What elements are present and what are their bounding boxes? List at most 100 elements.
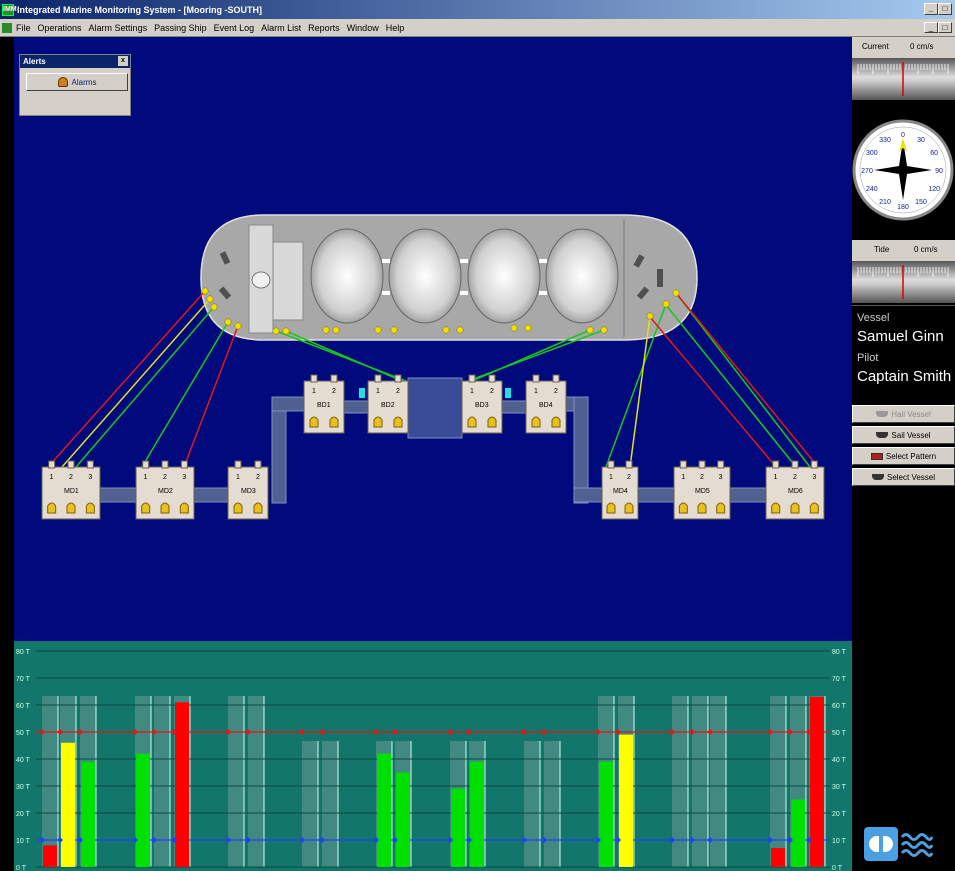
hook-bell-icon[interactable] [160, 502, 170, 514]
dolphin-md5[interactable]: 1 2 3 MD5 [673, 460, 731, 520]
hook-bell-icon[interactable] [179, 502, 189, 514]
current-label: Current [862, 42, 889, 51]
funnel [251, 271, 271, 289]
hook-bell-icon[interactable] [329, 416, 339, 428]
hook-post [698, 460, 706, 469]
menu-app-icon[interactable] [2, 22, 12, 33]
load-bar-bd3-2[interactable] [470, 761, 484, 867]
menu-operations[interactable]: Operations [38, 23, 82, 33]
dolphin-md1[interactable]: 1 2 3 MD1 [41, 460, 101, 520]
load-bar-md1-2[interactable] [61, 742, 75, 867]
dolphin-md6[interactable]: 1 2 3 MD6 [765, 460, 825, 520]
hook-bell-icon[interactable] [487, 416, 497, 428]
hook-bell-icon[interactable] [85, 502, 95, 514]
logo-waves [900, 827, 934, 861]
menu-window[interactable]: Window [347, 23, 379, 33]
load-bar-md4-1[interactable] [599, 761, 613, 867]
select-vessel-button[interactable]: Select Vessel [852, 468, 955, 486]
load-bar-md1-3[interactable] [81, 761, 95, 867]
fairlead [332, 326, 340, 334]
dolphin-label: MD2 [158, 488, 173, 495]
dolphin-md4[interactable]: 1 2 MD4 [601, 460, 639, 520]
load-bar-md2-3[interactable] [175, 702, 189, 867]
tide-gauge [852, 261, 955, 303]
hook-bell-icon[interactable] [678, 502, 688, 514]
hook-bell-icon[interactable] [624, 502, 634, 514]
menu-help[interactable]: Help [386, 23, 405, 33]
hook-bell-icon[interactable] [809, 502, 819, 514]
hook-bell-icon[interactable] [373, 416, 383, 428]
hook-post [772, 460, 780, 469]
sail-vessel-button[interactable]: Sail Vessel [852, 426, 955, 444]
pilot-label: Pilot [857, 352, 879, 364]
hook-number: 2 [163, 474, 167, 481]
y-tick-label-right: 80 T [832, 649, 847, 656]
hook-bell-icon[interactable] [233, 502, 243, 514]
alerts-window[interactable]: Alerts x Alarms [19, 54, 131, 116]
hook-bell-icon[interactable] [141, 502, 151, 514]
minimize-button[interactable]: _ [924, 3, 938, 15]
compass-label: 210 [879, 199, 891, 206]
menu-passing-ship[interactable]: Passing Ship [154, 23, 207, 33]
load-bar-bd2-1[interactable] [377, 753, 391, 867]
hook-bell-icon[interactable] [716, 502, 726, 514]
hook-bell-icon[interactable] [790, 502, 800, 514]
hook-bell-icon[interactable] [66, 502, 76, 514]
y-tick-label-right: 40 T [832, 757, 847, 764]
hook-post [394, 374, 402, 383]
menu-event-log[interactable]: Event Log [214, 23, 255, 33]
load-bar-bd3-1[interactable] [451, 788, 465, 867]
load-bar-md1-1[interactable] [43, 845, 57, 867]
hook-bell-icon[interactable] [606, 502, 616, 514]
hook-bell-icon[interactable] [551, 416, 561, 428]
hook-column-bg [692, 696, 708, 867]
load-bar-md6-2[interactable] [791, 799, 805, 868]
hook-bell-icon[interactable] [393, 416, 403, 428]
right-panel: Current 0 cm/s 30 60 90 120 150 180 210 240 270 3… [852, 37, 955, 871]
vessel-name: Samuel Ginn [857, 328, 944, 345]
hook-bell-icon[interactable] [697, 502, 707, 514]
hook-bell-icon[interactable] [47, 502, 57, 514]
compass-label: 150 [915, 199, 927, 206]
load-bar-md2-1[interactable] [136, 753, 150, 867]
load-bar-bd2-2[interactable] [396, 772, 410, 868]
hook-column-bg [524, 741, 540, 867]
alerts-close-button[interactable]: x [118, 56, 128, 66]
menu-reports[interactable]: Reports [308, 23, 340, 33]
dolphin-bd1[interactable]: 1 2BD1 [303, 374, 345, 434]
hook-bell-icon[interactable] [531, 416, 541, 428]
dolphin-md3[interactable]: 1 2MD3 [227, 460, 269, 520]
load-bar-md4-2[interactable] [619, 734, 633, 867]
child-restore-button[interactable]: □ [938, 22, 952, 33]
cargo-tank-2 [388, 228, 462, 324]
dolphin-label: BD3 [475, 402, 489, 409]
fairlead [600, 326, 608, 334]
hook-bell-icon[interactable] [467, 416, 477, 428]
select-pattern-button[interactable]: Select Pattern [852, 447, 955, 465]
alarms-button[interactable]: Alarms [26, 73, 128, 91]
hook-bell-icon[interactable] [309, 416, 319, 428]
dolphin-bd2[interactable]: 1 2BD2 [367, 374, 409, 434]
menu-alarm-settings[interactable]: Alarm Settings [89, 23, 148, 33]
dolphin-label: BD2 [381, 402, 395, 409]
load-bar-md6-3[interactable] [810, 696, 824, 867]
vessel[interactable] [200, 214, 698, 341]
gangway-marker [505, 388, 511, 398]
menu-alarm-list[interactable]: Alarm List [261, 23, 301, 33]
fairlead [672, 289, 680, 297]
threshold-marker [319, 729, 325, 735]
compass-label: 0 [901, 132, 905, 139]
y-tick-label-left: 40 T [16, 757, 31, 764]
hail-vessel-button[interactable]: Hail Vessel [852, 405, 955, 423]
dolphin-bd3[interactable]: 1 2BD3 [461, 374, 503, 434]
child-minimize-button[interactable]: _ [924, 22, 938, 33]
dolphin-bd4[interactable]: 1 2BD4 [525, 374, 567, 434]
hook-bell-icon[interactable] [253, 502, 263, 514]
alarm-bell-icon [57, 77, 68, 87]
dolphin-md2[interactable]: 1 2 3 MD2 [135, 460, 195, 520]
maximize-button[interactable]: □ [938, 3, 952, 15]
cargo-tank-4 [545, 228, 619, 324]
hook-bell-icon[interactable] [771, 502, 781, 514]
menu-file[interactable]: File [16, 23, 31, 33]
load-bar-md6-1[interactable] [771, 848, 785, 867]
